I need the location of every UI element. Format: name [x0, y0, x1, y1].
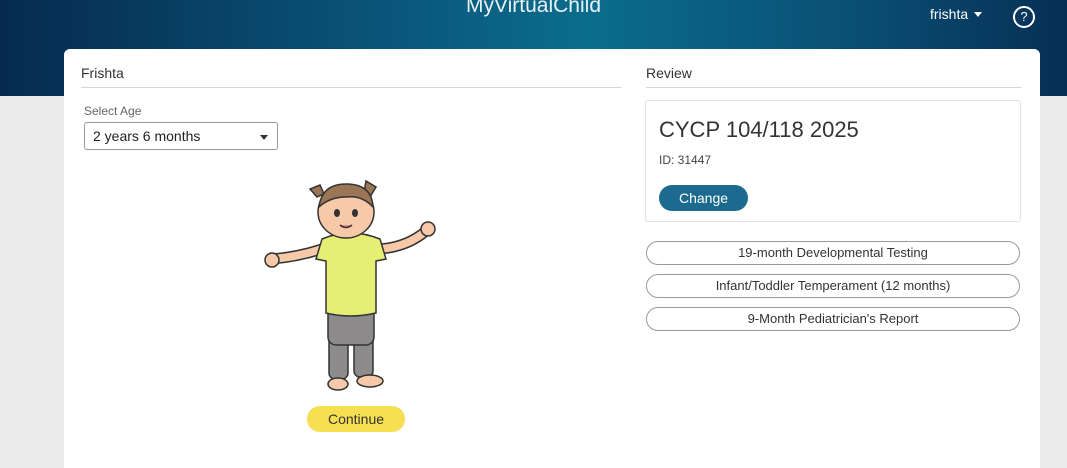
continue-button[interactable]: Continue	[307, 406, 405, 432]
age-select-value: 2 years 6 months	[93, 128, 201, 144]
user-menu[interactable]: frishta	[930, 6, 983, 22]
app-title: MyVirtualChild	[466, 0, 601, 17]
main-card: Frishta Review Select Age 2 years 6 mont…	[64, 49, 1040, 468]
course-id: ID: 31447	[659, 153, 712, 167]
child-illustration	[264, 179, 436, 391]
chevron-down-icon	[260, 135, 268, 140]
course-name: CYCP 104/118 2025	[659, 117, 859, 142]
course-info-panel: CYCP 104/118 2025 ID: 31447 Change	[645, 100, 1021, 222]
chevron-down-icon	[974, 11, 983, 17]
report-button-9-month-pediatrician-report[interactable]: 9-Month Pediatrician's Report	[646, 307, 1020, 331]
help-icon[interactable]: ?	[1013, 6, 1035, 28]
report-button-19-month-developmental-testing[interactable]: 19-month Developmental Testing	[646, 241, 1020, 265]
username: frishta	[930, 6, 969, 22]
report-button-infant-toddler-temperament[interactable]: Infant/Toddler Temperament (12 months)	[646, 274, 1020, 298]
child-name-heading: Frishta	[81, 65, 621, 88]
change-course-button[interactable]: Change	[659, 185, 748, 211]
select-age-label: Select Age	[84, 104, 142, 118]
review-heading: Review	[646, 65, 1021, 88]
age-select[interactable]: 2 years 6 months	[84, 122, 278, 150]
